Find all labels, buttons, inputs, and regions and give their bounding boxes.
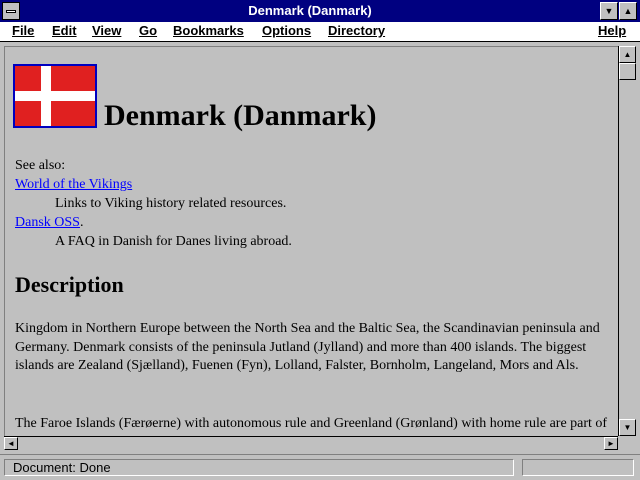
scroll-track[interactable] xyxy=(619,80,636,419)
progress-meter xyxy=(522,459,634,476)
link-description: A FAQ in Danish for Danes living abroad. xyxy=(55,234,292,249)
horizontal-scrollbar[interactable]: ◄ ► xyxy=(4,436,618,450)
danish-flag-image xyxy=(13,64,97,128)
triangle-up-icon: ▲ xyxy=(623,6,633,16)
content-frame: Denmark (Danmark) See also: World of the… xyxy=(0,42,640,454)
menu-help[interactable]: Help xyxy=(598,23,626,38)
paragraph: The Faroe Islands (Færøerne) with autono… xyxy=(15,416,608,436)
status-text: Document: Done xyxy=(4,459,514,476)
menu-bookmarks[interactable]: Bookmarks xyxy=(173,23,244,38)
vertical-scrollbar[interactable]: ▲ ▼ xyxy=(618,46,636,436)
menu-options[interactable]: Options xyxy=(262,23,311,38)
system-menu-icon[interactable] xyxy=(2,2,20,20)
link-world-of-the-vikings[interactable]: World of the Vikings xyxy=(15,177,132,193)
title-bar: Denmark (Danmark) ▼ ▲ xyxy=(0,0,640,22)
menu-view[interactable]: View xyxy=(92,23,121,38)
arrow-left-icon: ◄ xyxy=(7,439,15,448)
section-heading: Description xyxy=(15,272,124,297)
window-title: Denmark (Danmark) xyxy=(248,3,372,18)
page-title: Denmark (Danmark) xyxy=(104,99,377,132)
scroll-left-button[interactable]: ◄ xyxy=(4,437,18,450)
link-description: Links to Viking history related resource… xyxy=(55,196,287,211)
menu-file[interactable]: File xyxy=(12,23,34,38)
triangle-down-icon: ▼ xyxy=(604,6,614,16)
menu-edit[interactable]: Edit xyxy=(52,23,77,38)
link-suffix: . xyxy=(79,215,84,230)
scroll-down-button[interactable]: ▼ xyxy=(619,419,636,436)
minimize-button[interactable]: ▼ xyxy=(600,2,618,20)
document-view: Denmark (Danmark) See also: World of the… xyxy=(4,46,618,436)
scroll-right-button[interactable]: ► xyxy=(604,437,618,450)
menu-directory[interactable]: Directory xyxy=(328,23,385,38)
scrollbar-corner xyxy=(618,436,636,450)
link-dansk-oss[interactable]: Dansk OSS. xyxy=(15,215,83,231)
maximize-button[interactable]: ▲ xyxy=(619,2,637,20)
status-bar: Document: Done xyxy=(0,454,640,480)
scroll-thumb[interactable] xyxy=(619,63,636,80)
see-also-label: See also: xyxy=(15,158,66,173)
menu-go[interactable]: Go xyxy=(139,23,157,38)
arrow-down-icon: ▼ xyxy=(623,423,632,432)
paragraph: Kingdom in Northern Europe between the N… xyxy=(15,321,600,373)
link-text[interactable]: Dansk OSS xyxy=(15,215,80,230)
link-text[interactable]: World of the Vikings xyxy=(15,177,132,192)
menu-bar: File Edit View Go Bookmarks Options Dire… xyxy=(0,22,640,42)
arrow-up-icon: ▲ xyxy=(623,50,632,59)
scroll-up-button[interactable]: ▲ xyxy=(619,46,636,63)
arrow-right-icon: ► xyxy=(607,439,615,448)
